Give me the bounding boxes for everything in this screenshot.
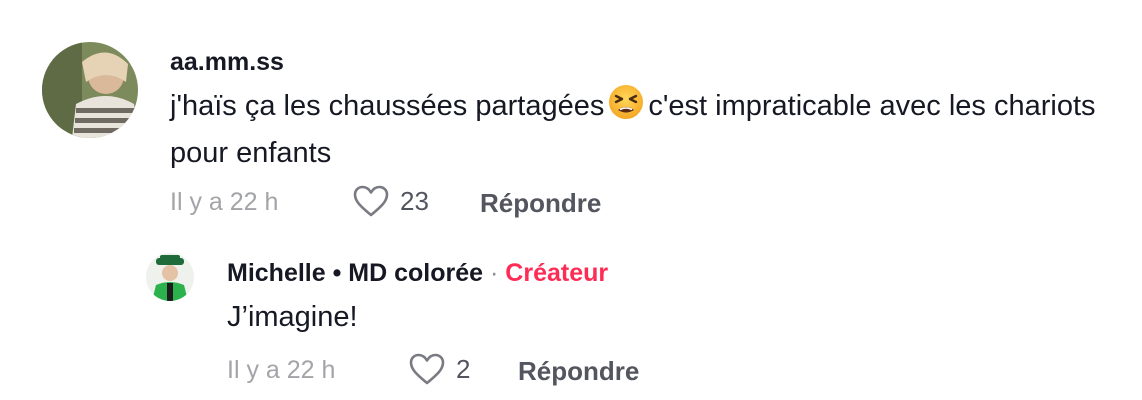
reply-button[interactable]: Répondre (518, 356, 639, 387)
reply-timestamp: Il y a 22 h (227, 356, 336, 384)
avatar[interactable] (146, 253, 194, 301)
like-button[interactable]: 2 (408, 352, 470, 386)
like-count: 2 (456, 353, 471, 384)
like-button[interactable]: 23 (352, 184, 429, 218)
comment-item: aa.mm.ss j'haïs ça les chaussées partagé… (0, 0, 1142, 240)
like-count: 23 (400, 185, 429, 216)
comment-text-part: j'haïs ça les chaussées partagées (170, 90, 605, 122)
reply-text: J’imagine! (227, 301, 358, 333)
comment-username[interactable]: aa.mm.ss (170, 48, 284, 77)
reply-button[interactable]: Répondre (480, 188, 601, 219)
reply-username[interactable]: Michelle • MD colorée (227, 259, 483, 287)
avatar[interactable] (42, 42, 138, 138)
user-photo-icon (146, 253, 194, 301)
comment-timestamp: Il y a 22 h (170, 188, 279, 216)
user-photo-icon (42, 42, 138, 138)
comment-text: j'haïs ça les chaussées partagées c'est … (170, 84, 1120, 174)
heart-icon (409, 353, 445, 385)
heart-icon (353, 185, 389, 217)
separator: · (490, 259, 499, 287)
creator-badge: Créateur (505, 259, 609, 287)
tired-face-emoji-icon (608, 84, 644, 132)
reply-item: Michelle • MD colorée · Créateur J’imagi… (0, 240, 1142, 400)
reply-username-line: Michelle • MD colorée · Créateur (227, 259, 608, 288)
